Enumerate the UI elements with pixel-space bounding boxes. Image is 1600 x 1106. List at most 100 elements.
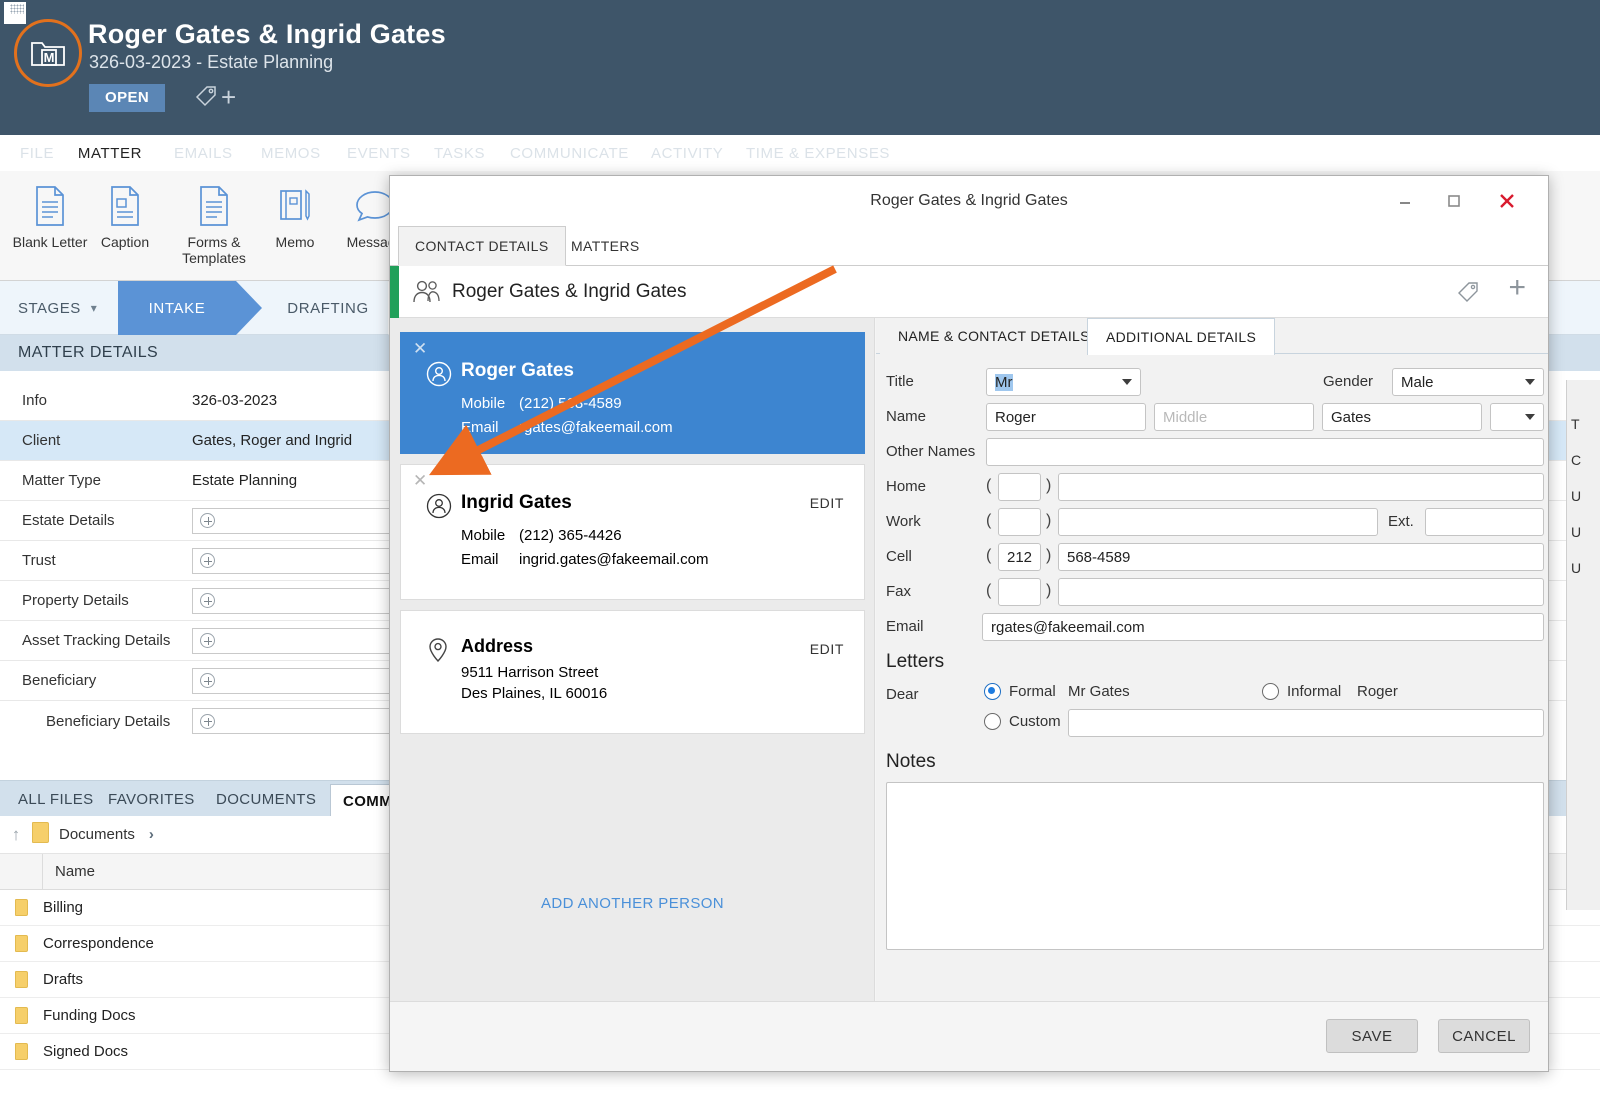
work-area-code-field[interactable] (998, 508, 1041, 536)
notes-textarea[interactable] (886, 782, 1544, 950)
first-name-field[interactable]: Roger (986, 403, 1146, 431)
tab-matters[interactable]: MATTERS (555, 226, 656, 266)
stage-chip-drafting[interactable]: DRAFTING (268, 281, 388, 335)
suffix-select[interactable] (1490, 403, 1544, 431)
other-names-label: Other Names (886, 443, 976, 460)
file-name: Signed Docs (43, 1043, 129, 1060)
cell-area-code-field[interactable]: 212 (998, 543, 1041, 571)
edge-letter: U (1571, 560, 1582, 576)
person-circle-icon (426, 493, 452, 524)
stage-chip-intake[interactable]: INTAKE (118, 281, 236, 335)
ribbon-forms-templates-button[interactable]: Forms & Templates (164, 181, 264, 266)
address-line-1: 9511 Harrison Street (461, 664, 599, 681)
title-value: Mr (995, 373, 1013, 391)
files-tab-all-files[interactable]: ALL FILES (6, 781, 106, 817)
plus-circle-icon (200, 553, 215, 568)
tag-icon[interactable] (194, 84, 218, 113)
edge-letter: C (1571, 452, 1582, 468)
tab-additional-details[interactable]: ADDITIONAL DETAILS (1087, 318, 1276, 355)
breadcrumb-documents[interactable]: Documents (59, 826, 135, 843)
nav-tab-events[interactable]: EVENTS (333, 135, 425, 171)
home-label: Home (886, 478, 927, 495)
remove-person-icon[interactable]: ✕ (413, 339, 427, 359)
middle-name-field[interactable]: Middle (1154, 403, 1314, 431)
files-tab-favorites[interactable]: FAVORITES (96, 781, 207, 817)
minimize-icon[interactable] (1382, 176, 1428, 226)
last-name-field[interactable]: Gates (1322, 403, 1482, 431)
stages-dropdown[interactable]: STAGES ▾ (18, 281, 97, 335)
gender-select[interactable]: Male (1392, 368, 1544, 396)
tag-icon[interactable] (1456, 280, 1480, 309)
status-badge[interactable]: OPEN (89, 84, 166, 112)
ribbon-memo-button[interactable]: Memo (250, 181, 340, 250)
fax-number-field[interactable] (1058, 578, 1544, 606)
app-header: M Roger Gates & Ingrid Gates 326-03-2023… (0, 0, 1600, 135)
chevron-down-icon: ▾ (90, 301, 98, 315)
nav-tab-matter[interactable]: MATTER (66, 135, 154, 171)
save-button[interactable]: SAVE (1326, 1019, 1418, 1053)
ribbon-button-label: Forms & Templates (182, 234, 246, 266)
ext-field[interactable] (1425, 508, 1544, 536)
stages-label: STAGES (18, 299, 81, 317)
gender-value: Male (1401, 373, 1434, 391)
dialog-title: Roger Gates & Ingrid Gates (870, 192, 1068, 209)
custom-salutation-field[interactable] (1068, 709, 1544, 737)
nav-tab-tasks[interactable]: TASKS (420, 135, 499, 171)
cancel-button[interactable]: CANCEL (1438, 1019, 1530, 1053)
address-card[interactable]: Address EDIT 9511 Harrison Street Des Pl… (400, 610, 865, 734)
person-email-label: Email (461, 419, 499, 436)
ribbon-button-label: Caption (100, 234, 150, 250)
status-accent-bar (390, 266, 399, 318)
title-select[interactable]: Mr (986, 368, 1141, 396)
home-area-code-field[interactable] (998, 473, 1041, 501)
radio-informal[interactable] (1262, 683, 1279, 700)
remove-person-icon[interactable]: ✕ (413, 471, 427, 491)
cell-number-field[interactable]: 568-4589 (1058, 543, 1544, 571)
main-nav-tabs: FILE MATTER EMAILS MEMOS EVENTS TASKS CO… (0, 135, 1600, 171)
email-field[interactable]: rgates@fakeemail.com (982, 613, 1544, 641)
add-icon[interactable]: + (1508, 271, 1526, 305)
row-label: Asset Tracking Details (22, 632, 171, 649)
person-email-label: Email (461, 551, 499, 568)
nav-tab-memos[interactable]: MEMOS (247, 135, 335, 171)
person-card-roger[interactable]: ✕ Roger Gates Mobile (212) 568-4589 Email… (400, 332, 865, 454)
edit-address-button[interactable]: EDIT (810, 641, 844, 657)
nav-tab-activity[interactable]: ACTIVITY (637, 135, 737, 171)
plus-circle-icon (200, 593, 215, 608)
tab-contact-details[interactable]: CONTACT DETAILS (398, 226, 566, 266)
chevron-down-icon (1525, 379, 1535, 385)
dialog-titlebar: Roger Gates & Ingrid Gates (390, 176, 1548, 226)
fax-area-code-field[interactable] (998, 578, 1041, 606)
dialog-subheader: Roger Gates & Ingrid Gates + (390, 266, 1548, 318)
folder-icon (0, 935, 43, 952)
close-icon[interactable] (1484, 176, 1530, 226)
other-names-field[interactable] (986, 438, 1544, 466)
row-label: Estate Details (22, 512, 115, 529)
informal-value: Roger (1357, 683, 1398, 700)
row-value: Gates, Roger and Ingrid (192, 432, 353, 449)
nav-tab-emails[interactable]: EMAILS (160, 135, 247, 171)
maximize-icon[interactable] (1431, 176, 1477, 226)
nav-tab-time-expenses[interactable]: TIME & EXPENSES (732, 135, 904, 171)
title-label: Title (886, 373, 914, 390)
files-tab-documents[interactable]: DOCUMENTS (204, 781, 328, 817)
radio-custom[interactable] (984, 713, 1001, 730)
formal-label: Formal (1009, 683, 1056, 700)
edge-letter: T (1571, 416, 1580, 432)
radio-formal[interactable] (984, 683, 1001, 700)
nav-tab-file[interactable]: FILE (6, 135, 68, 171)
edit-person-button[interactable]: EDIT (810, 495, 844, 511)
add-another-person-button[interactable]: ADD ANOTHER PERSON (390, 895, 874, 912)
map-pin-icon (427, 637, 449, 668)
work-number-field[interactable] (1058, 508, 1378, 536)
nav-tab-communicate[interactable]: COMMUNICATE (496, 135, 643, 171)
add-tag-icon[interactable]: + (221, 84, 236, 110)
person-card-ingrid[interactable]: ✕ Ingrid Gates EDIT Mobile (212) 365-4426… (400, 464, 865, 600)
ribbon-caption-button[interactable]: Caption (80, 181, 170, 250)
arrow-up-icon[interactable]: ↑ (0, 825, 32, 845)
name-label: Name (886, 408, 927, 425)
home-number-field[interactable] (1058, 473, 1544, 501)
folder-icon (0, 1007, 43, 1024)
person-mobile-label: Mobile (461, 527, 506, 544)
tab-name-contact-details[interactable]: NAME & CONTACT DETAILS (880, 318, 1108, 354)
